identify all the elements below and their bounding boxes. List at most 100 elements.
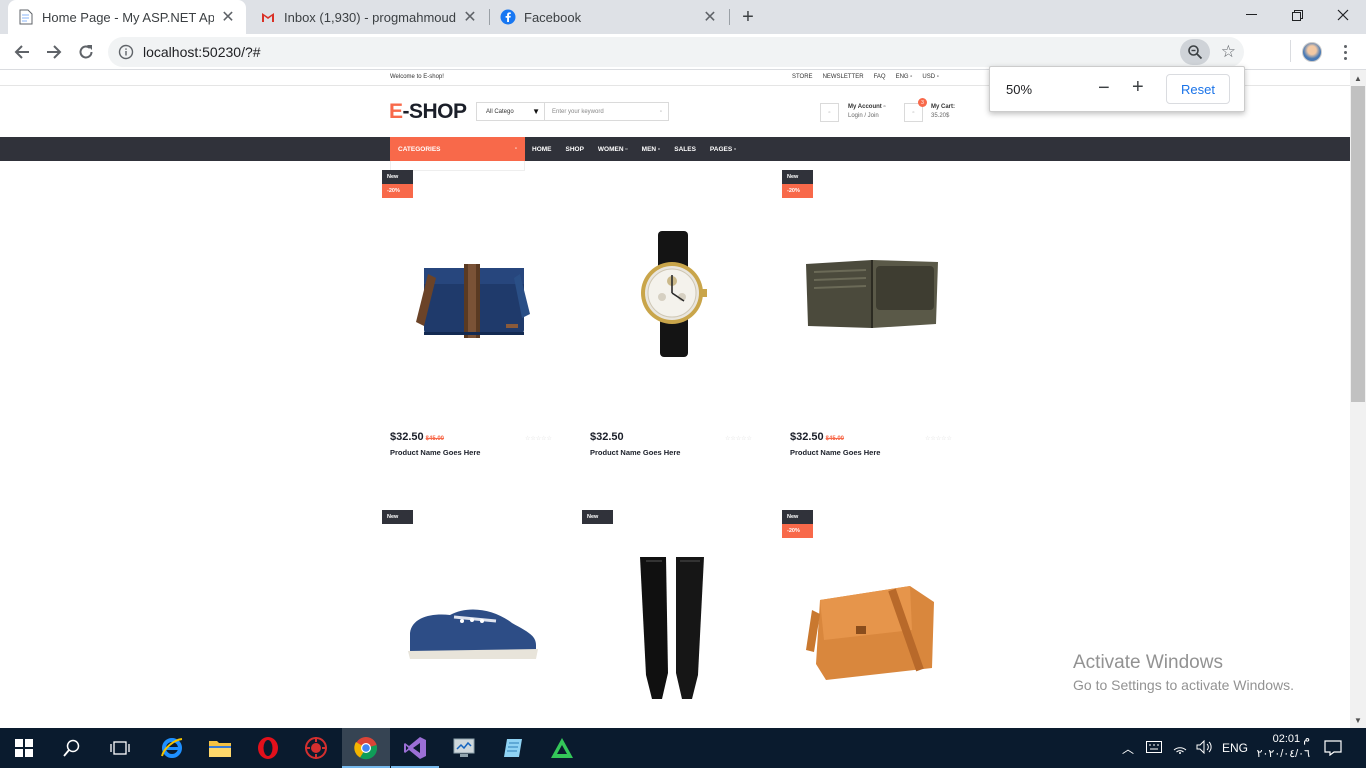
zoom-reset-button[interactable]: Reset [1166, 74, 1230, 104]
category-select[interactable]: All Catego ▼ [477, 103, 545, 120]
scrollbar-thumb[interactable] [1351, 86, 1365, 402]
top-link-faq[interactable]: FAQ [874, 74, 886, 80]
account-widget[interactable]: ▫ My Account ▫ Login / Join [820, 103, 886, 122]
clock-date: ٢٠٢٠/٠٤/٠٦ [1256, 748, 1310, 760]
dot [1343, 44, 1347, 48]
toolbar-divider [1290, 40, 1291, 62]
product-card[interactable]: New -20% $32.50 $45.00 ☆☆☆☆☆ Product Name… [382, 170, 562, 470]
cart-title: My Cart: [931, 104, 956, 110]
zoom-out-button[interactable]: − [1098, 77, 1110, 100]
zoom-in-button[interactable]: + [1132, 76, 1144, 99]
currency-dropdown[interactable]: USD ▫ [922, 74, 938, 80]
scroll-down-arrow-icon[interactable]: ▼ [1350, 712, 1366, 728]
browser-toolbar: localhost:50230/?# ☆ [0, 34, 1366, 96]
wifi-icon[interactable] [1172, 740, 1188, 757]
new-tab-button[interactable]: + [736, 5, 760, 29]
user-icon: ▫ [820, 103, 839, 122]
product-image-wallet[interactable] [790, 194, 954, 394]
cart-widget[interactable]: ▫ 3 My Cart: 35.20$ [904, 98, 956, 122]
zoom-icon[interactable] [1180, 39, 1210, 65]
nav-women[interactable]: WOMEN ▫ [598, 146, 628, 153]
product-card[interactable]: New -20% $32.50 $45.00 ☆☆☆☆☆ Product Name… [782, 170, 962, 470]
nav-sales[interactable]: SALES [674, 146, 696, 153]
notifications-icon[interactable] [1310, 728, 1356, 768]
nav-home[interactable]: HOME [532, 146, 552, 153]
chrome-icon[interactable] [342, 728, 390, 768]
opera-icon[interactable] [244, 728, 292, 768]
old-price: $45.00 [425, 436, 445, 442]
product-name[interactable]: Product Name Goes Here [390, 448, 480, 457]
categories-button[interactable]: CATEGORIES ▫ [390, 137, 525, 161]
bookmark-star-icon[interactable]: ☆ [1221, 42, 1236, 62]
product-image-sneaker[interactable] [390, 530, 554, 728]
info-icon[interactable] [118, 44, 134, 60]
top-link-store[interactable]: STORE [792, 74, 813, 80]
keyboard-icon[interactable] [1146, 740, 1163, 756]
app-red-icon[interactable] [292, 728, 340, 768]
cart-icon: ▫ 3 [904, 98, 927, 122]
page-scrollbar[interactable]: ▲ ▼ [1350, 70, 1366, 728]
address-bar[interactable]: localhost:50230/?# ☆ [108, 37, 1244, 67]
task-view-icon[interactable] [96, 728, 144, 768]
product-badges: New [582, 510, 613, 524]
search-icon[interactable] [48, 728, 96, 768]
language-indicator[interactable]: ENG [1222, 741, 1248, 755]
price-value: $32.50 [590, 431, 624, 443]
search-form: All Catego ▼ Enter your keyword ▫ [476, 102, 669, 121]
chevron-down-icon: ▫ [514, 146, 517, 152]
clock[interactable]: 02:01 م ٢٠٢٠/٠٤/٠٦ [1254, 732, 1310, 762]
category-select-value: All Catego [486, 108, 514, 115]
search-input[interactable]: Enter your keyword [545, 103, 654, 120]
tab-inbox[interactable]: Inbox (1,930) - progmahmoud09 ✕ [250, 0, 488, 34]
product-image-leather-briefcase[interactable] [790, 530, 954, 728]
product-card[interactable]: New [382, 510, 562, 728]
product-image-messenger-bag[interactable] [390, 194, 554, 394]
forward-button[interactable] [40, 38, 68, 66]
chevron-up-icon[interactable]: ︿ [1122, 740, 1134, 757]
product-name[interactable]: Product Name Goes Here [790, 448, 880, 457]
top-link-newsletter[interactable]: NEWSLETTER [823, 74, 864, 80]
product-card[interactable]: $32.50 ☆☆☆☆☆ Product Name Goes Here [582, 170, 762, 470]
product-image-wristwatch[interactable] [590, 194, 754, 394]
nav-men[interactable]: MEN ▫ [642, 146, 661, 153]
product-card[interactable]: New [582, 510, 762, 728]
close-window-button[interactable] [1320, 0, 1366, 30]
new-badge: New [782, 510, 813, 524]
close-icon[interactable]: ✕ [462, 9, 478, 26]
scroll-up-arrow-icon[interactable]: ▲ [1350, 70, 1366, 86]
product-name[interactable]: Product Name Goes Here [590, 448, 680, 457]
minimize-button[interactable] [1228, 0, 1274, 30]
product-card[interactable]: New -20% [782, 510, 962, 728]
language-dropdown[interactable]: ENG ▫ [896, 74, 913, 80]
gmail-icon [260, 9, 276, 25]
tab-home-page[interactable]: Home Page - My ASP.NET Applic ✕ [8, 0, 246, 34]
tab-facebook[interactable]: Facebook ✕ [490, 0, 728, 34]
nav-pages[interactable]: PAGES ▫ [710, 146, 736, 153]
profile-avatar[interactable] [1302, 42, 1322, 62]
close-icon[interactable]: ✕ [702, 9, 718, 26]
login-join-link[interactable]: Login / Join [848, 113, 886, 119]
file-explorer-icon[interactable] [196, 728, 244, 768]
back-button[interactable] [8, 38, 36, 66]
restore-button[interactable] [1274, 0, 1320, 30]
price-value: $32.50 [790, 431, 824, 443]
visual-studio-icon[interactable] [391, 728, 439, 768]
product-price: $32.50 $45.00 [790, 431, 844, 443]
windows-start-icon[interactable] [0, 728, 48, 768]
notepad-icon[interactable] [489, 728, 537, 768]
close-icon[interactable]: ✕ [220, 9, 236, 26]
rating-stars: ☆☆☆☆☆ [525, 436, 552, 442]
product-image-boots[interactable] [590, 528, 754, 728]
browser-menu-button[interactable] [1338, 42, 1352, 62]
monitor-app-icon[interactable] [440, 728, 488, 768]
new-badge: New [382, 510, 413, 524]
search-button[interactable]: ▫ [654, 103, 668, 120]
ie-icon[interactable] [148, 728, 196, 768]
green-app-icon[interactable] [538, 728, 586, 768]
rating-stars: ☆☆☆☆☆ [725, 436, 752, 442]
volume-icon[interactable] [1196, 739, 1212, 757]
site-logo[interactable]: E-SHOP [389, 100, 467, 124]
reload-button[interactable] [72, 38, 100, 66]
nav-shop[interactable]: SHOP [566, 146, 584, 153]
cart-amount: 35.20$ [931, 113, 950, 119]
